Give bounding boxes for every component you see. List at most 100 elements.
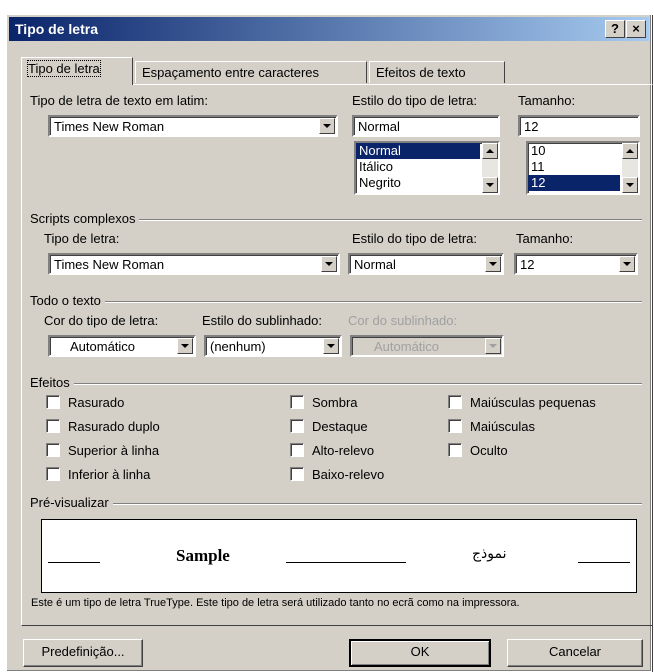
checkbox-label: Maiúsculas — [470, 419, 536, 434]
preview-group: Pré-visualizar — [30, 495, 642, 510]
checkbox-hidden[interactable]: Oculto — [448, 443, 508, 458]
preview-arabic-text: نموذج — [472, 546, 507, 562]
checkbox-icon[interactable] — [46, 467, 60, 481]
checkbox-subscript[interactable]: Inferior à linha — [46, 467, 150, 482]
complex-scripts-group-label: Scripts complexos — [30, 211, 140, 226]
checkbox-icon[interactable] — [448, 419, 462, 433]
complex-scripts-group: Scripts complexos — [30, 211, 642, 226]
chevron-down-icon — [485, 338, 501, 354]
effects-group: Efeitos — [30, 375, 642, 390]
complex-font-select[interactable]: Times New Roman — [48, 253, 340, 275]
preview-line — [286, 562, 406, 563]
checkbox-icon[interactable] — [46, 395, 60, 409]
checkbox-label: Rasurado duplo — [68, 419, 160, 434]
preview-sample-text: Sample — [176, 546, 230, 565]
checkbox-icon[interactable] — [290, 443, 304, 457]
preview-line — [578, 562, 630, 563]
preview-line — [48, 562, 100, 563]
list-item[interactable]: Itálico — [356, 159, 480, 175]
font-color-select[interactable]: Automático — [48, 335, 196, 357]
checkbox-label: Alto-relevo — [312, 443, 375, 458]
list-item[interactable]: 10 — [528, 143, 620, 159]
scroll-up-icon[interactable] — [482, 143, 498, 159]
underline-color-label: Cor do sublinhado: — [348, 313, 458, 328]
latin-style-list[interactable]: Normal Itálico Negrito — [354, 141, 500, 195]
checkbox-strikethrough[interactable]: Rasurado — [46, 395, 124, 410]
tab-character-spacing[interactable]: Espaçamento entre caracteres — [135, 61, 367, 83]
complex-size-value: 12 — [520, 257, 535, 272]
checkbox-label: Rasurado — [68, 395, 125, 410]
font-color-label: Cor do tipo de letra: — [44, 313, 159, 328]
latin-style-input[interactable]: Normal — [352, 115, 500, 137]
preview-group-label: Pré-visualizar — [30, 495, 113, 510]
checkbox-double-strikethrough[interactable]: Rasurado duplo — [46, 419, 160, 434]
checkbox-label: Oculto — [470, 443, 508, 458]
ok-button[interactable]: OK — [349, 639, 491, 667]
latin-font-value: Times New Roman — [54, 119, 165, 134]
truetype-note: Este é um tipo de letra TrueType. Este t… — [31, 597, 520, 609]
checkbox-icon[interactable] — [46, 419, 60, 433]
close-button[interactable]: × — [626, 20, 646, 38]
chevron-down-icon[interactable] — [323, 338, 339, 354]
underline-style-select[interactable]: (nenhum) — [204, 335, 342, 357]
checkbox-label: Baixo-relevo — [312, 467, 385, 482]
complex-style-select[interactable]: Normal — [348, 253, 504, 275]
chevron-down-icon[interactable] — [619, 256, 635, 272]
latin-size-input[interactable]: 12 — [518, 115, 640, 137]
preview-box: Sample نموذج — [41, 519, 637, 593]
checkbox-superscript[interactable]: Superior à linha — [46, 443, 159, 458]
chevron-down-icon[interactable] — [485, 256, 501, 272]
scrollbar[interactable] — [622, 143, 638, 193]
list-item[interactable]: 11 — [528, 159, 620, 175]
checkbox-icon[interactable] — [448, 395, 462, 409]
scrollbar[interactable] — [482, 143, 498, 193]
checkbox-engrave[interactable]: Baixo-relevo — [290, 467, 384, 482]
latin-size-list[interactable]: 10 11 12 — [526, 141, 640, 195]
complex-style-label: Estilo do tipo de letra: — [352, 231, 478, 246]
help-button[interactable]: ? — [605, 20, 625, 38]
list-item[interactable]: Normal — [356, 143, 480, 159]
scroll-down-icon[interactable] — [622, 177, 638, 193]
underline-color-select: Automático — [350, 335, 504, 357]
font-dialog: Tipo de letra ? × Tipo de letra Espaçame… — [6, 14, 653, 672]
checkbox-label: Maiúsculas pequenas — [470, 395, 596, 410]
checkbox-outline[interactable]: Destaque — [290, 419, 368, 434]
chevron-down-icon[interactable] — [177, 338, 193, 354]
all-text-group-label: Todo o texto — [30, 293, 105, 308]
latin-font-select[interactable]: Times New Roman — [48, 115, 338, 137]
list-item[interactable]: Negrito — [356, 175, 480, 191]
underline-style-label: Estilo do sublinhado: — [202, 313, 322, 328]
tab-font[interactable]: Tipo de letra — [21, 57, 133, 85]
scroll-down-icon[interactable] — [482, 177, 498, 193]
checkbox-icon[interactable] — [448, 443, 462, 457]
checkbox-icon[interactable] — [290, 419, 304, 433]
effects-group-label: Efeitos — [30, 375, 74, 390]
complex-style-value: Normal — [354, 257, 396, 272]
checkbox-icon[interactable] — [290, 467, 304, 481]
chevron-down-icon[interactable] — [319, 118, 335, 134]
checkbox-label: Sombra — [312, 395, 358, 410]
checkbox-all-caps[interactable]: Maiúsculas — [448, 419, 535, 434]
chevron-down-icon[interactable] — [321, 256, 337, 272]
latin-style-label: Estilo do tipo de letra: — [352, 93, 478, 108]
tab-text-effects[interactable]: Efeitos de texto — [369, 61, 505, 83]
checkbox-emboss[interactable]: Alto-relevo — [290, 443, 374, 458]
checkbox-icon[interactable] — [290, 395, 304, 409]
font-color-value: Automático — [70, 339, 136, 354]
complex-font-value: Times New Roman — [54, 257, 165, 272]
checkbox-icon[interactable] — [46, 443, 60, 457]
underline-color-value: Automático — [374, 339, 440, 354]
default-button[interactable]: Predefinição... — [23, 639, 143, 667]
list-item[interactable]: 12 — [528, 175, 620, 191]
complex-size-label: Tamanho: — [516, 231, 574, 246]
complex-size-select[interactable]: 12 — [514, 253, 638, 275]
latin-size-value: 12 — [524, 119, 539, 134]
latin-style-value: Normal — [358, 119, 400, 134]
cancel-button[interactable]: Cancelar — [507, 639, 643, 667]
latin-font-label: Tipo de letra de texto em latim: — [30, 93, 208, 108]
checkbox-small-caps[interactable]: Maiúsculas pequenas — [448, 395, 596, 410]
checkbox-shadow[interactable]: Sombra — [290, 395, 358, 410]
scroll-up-icon[interactable] — [622, 143, 638, 159]
checkbox-label: Destaque — [312, 419, 368, 434]
dialog-title: Tipo de letra — [15, 21, 98, 37]
